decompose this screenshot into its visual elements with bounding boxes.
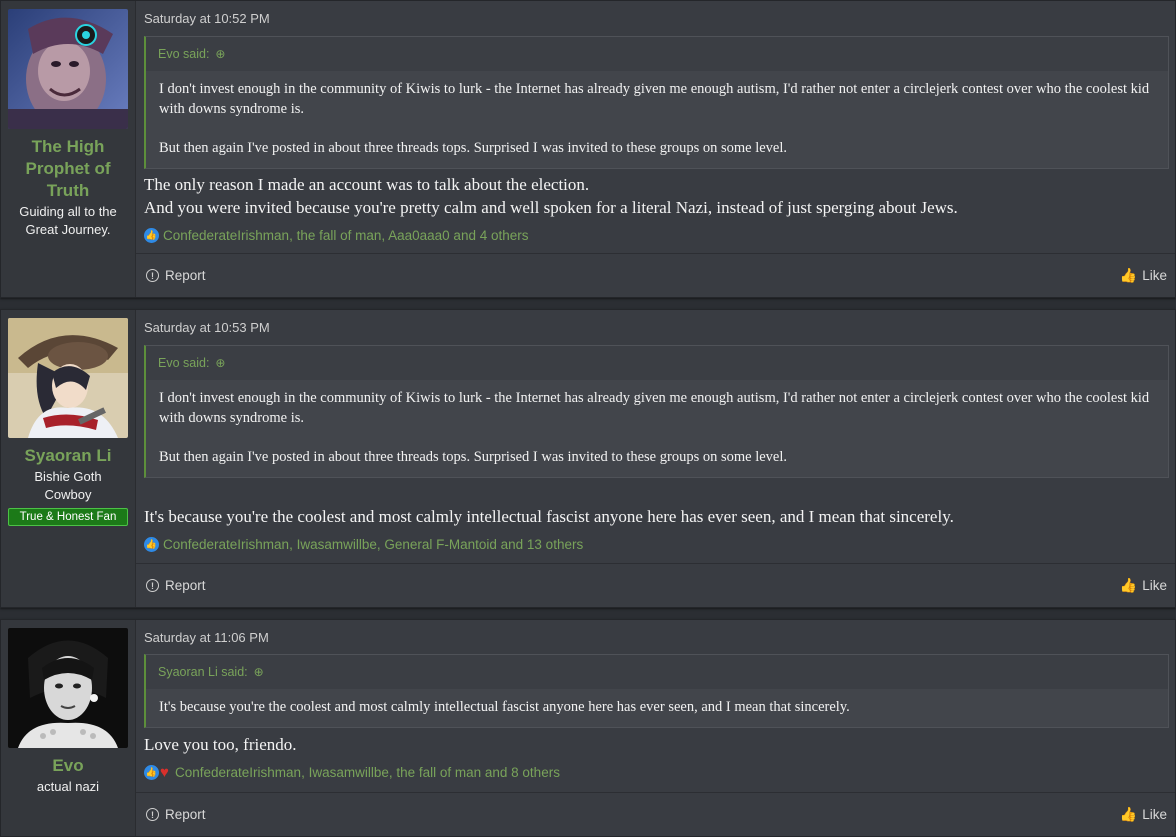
reactions-bar[interactable]: 👍 ConfederateIrishman, the fall of man, …: [144, 228, 529, 243]
quote-body: I don't invest enough in the community o…: [146, 71, 1168, 168]
info-circle-icon: !: [146, 808, 159, 821]
reactions-text[interactable]: ConfederateIrishman, Iwasamwillbe, the f…: [175, 765, 560, 780]
user-title: Bishie Goth Cowboy: [34, 469, 102, 502]
thumbs-up-icon: 👍: [1119, 577, 1138, 593]
quote-paragraph: But then again I've posted in about thre…: [159, 449, 787, 465]
body-line: Love you too, friendo.: [144, 735, 297, 754]
quote-author[interactable]: Syaoran Li said:: [158, 665, 248, 679]
post-main: Saturday at 10:52 PM Evo said: ⊕ I don't …: [136, 1, 1175, 297]
report-button[interactable]: ! Report: [146, 807, 206, 822]
post-date[interactable]: Saturday at 10:52 PM: [144, 11, 270, 26]
report-button[interactable]: ! Report: [146, 578, 206, 593]
quote-block: Evo said: ⊕ I don't invest enough in the …: [144, 36, 1169, 169]
arrow-up-circle-icon[interactable]: ⊕: [215, 47, 225, 61]
body-line: And you were invited because you're pret…: [144, 198, 958, 217]
quote-header[interactable]: Evo said: ⊕: [146, 346, 1168, 380]
like-label: Like: [1142, 268, 1167, 283]
report-label: Report: [165, 807, 206, 822]
quote-author[interactable]: Evo said:: [158, 47, 209, 61]
quote-paragraph: I don't invest enough in the community o…: [159, 390, 1150, 426]
reactions-bar[interactable]: 👍 ♥ ConfederateIrishman, Iwasamwillbe, t…: [144, 764, 560, 781]
thumbs-up-icon: 👍: [1119, 806, 1138, 822]
like-reaction-icon: 👍: [144, 228, 159, 243]
quote-header[interactable]: Evo said: ⊕: [146, 37, 1168, 71]
username[interactable]: Syaoran Li: [13, 445, 124, 467]
post-date[interactable]: Saturday at 10:53 PM: [144, 320, 270, 335]
avatar[interactable]: [8, 9, 128, 129]
quote-paragraph: But then again I've posted in about thre…: [159, 140, 787, 156]
reactions-text[interactable]: ConfederateIrishman, Iwasamwillbe, Gener…: [163, 537, 583, 552]
user-banner: True & Honest Fan: [8, 508, 128, 526]
quote-body: I don't invest enough in the community o…: [146, 380, 1168, 477]
avatar[interactable]: [8, 628, 128, 748]
report-button[interactable]: ! Report: [146, 268, 206, 283]
user-info: The High Prophet of Truth Guiding all to…: [1, 1, 136, 297]
user-title: Guiding all to the Great Journey.: [19, 204, 117, 237]
post: Syaoran Li Bishie Goth Cowboy True & Hon…: [0, 309, 1176, 608]
post-main: Saturday at 10:53 PM Evo said: ⊕ I don't …: [136, 310, 1175, 607]
quote-author[interactable]: Evo said:: [158, 356, 209, 370]
quote-header[interactable]: Syaoran Li said: ⊕: [146, 655, 1168, 689]
reactions-bar[interactable]: 👍 ConfederateIrishman, Iwasamwillbe, Gen…: [144, 537, 583, 552]
like-button[interactable]: 👍 Like: [1120, 267, 1167, 284]
info-circle-icon: !: [146, 579, 159, 592]
like-label: Like: [1142, 807, 1167, 822]
arrow-up-circle-icon[interactable]: ⊕: [215, 356, 225, 370]
thumbs-up-icon: 👍: [1119, 267, 1138, 283]
like-label: Like: [1142, 578, 1167, 593]
like-reaction-icon: 👍: [144, 537, 159, 552]
body-line: It's because you're the coolest and most…: [144, 507, 954, 526]
avatar[interactable]: [8, 318, 128, 438]
like-button[interactable]: 👍 Like: [1120, 806, 1167, 823]
post-body: Love you too, friendo.: [144, 733, 1164, 756]
body-line: The only reason I made an account was to…: [144, 175, 590, 194]
post-main: Saturday at 11:06 PM Syaoran Li said: ⊕ I…: [136, 620, 1175, 836]
username[interactable]: Evo: [40, 755, 95, 777]
username[interactable]: The High Prophet of Truth: [1, 136, 135, 202]
post-footer: ! Report 👍 Like: [136, 563, 1175, 607]
report-label: Report: [165, 578, 206, 593]
post-footer: ! Report 👍 Like: [136, 792, 1175, 836]
report-label: Report: [165, 268, 206, 283]
quote-paragraph: I don't invest enough in the community o…: [159, 81, 1150, 117]
post-date[interactable]: Saturday at 11:06 PM: [144, 630, 269, 645]
user-info: Evo actual nazi: [1, 620, 136, 836]
post-body: It's because you're the coolest and most…: [144, 505, 1164, 528]
info-circle-icon: !: [146, 269, 159, 282]
quote-block: Evo said: ⊕ I don't invest enough in the …: [144, 345, 1169, 478]
post-body: The only reason I made an account was to…: [144, 173, 1164, 219]
reactions-text[interactable]: ConfederateIrishman, the fall of man, Aa…: [163, 228, 529, 243]
love-reaction-icon: ♥: [160, 764, 169, 781]
arrow-up-circle-icon[interactable]: ⊕: [254, 665, 264, 679]
quote-paragraph: It's because you're the coolest and most…: [159, 699, 850, 715]
quote-body: It's because you're the coolest and most…: [146, 689, 1168, 727]
user-title: actual nazi: [36, 779, 100, 794]
like-button[interactable]: 👍 Like: [1120, 577, 1167, 594]
post-footer: ! Report 👍 Like: [136, 253, 1175, 297]
post: Evo actual nazi Saturday at 11:06 PM Sya…: [0, 619, 1176, 837]
quote-block: Syaoran Li said: ⊕ It's because you're th…: [144, 654, 1169, 728]
user-info: Syaoran Li Bishie Goth Cowboy True & Hon…: [1, 310, 136, 607]
post: The High Prophet of Truth Guiding all to…: [0, 0, 1176, 298]
